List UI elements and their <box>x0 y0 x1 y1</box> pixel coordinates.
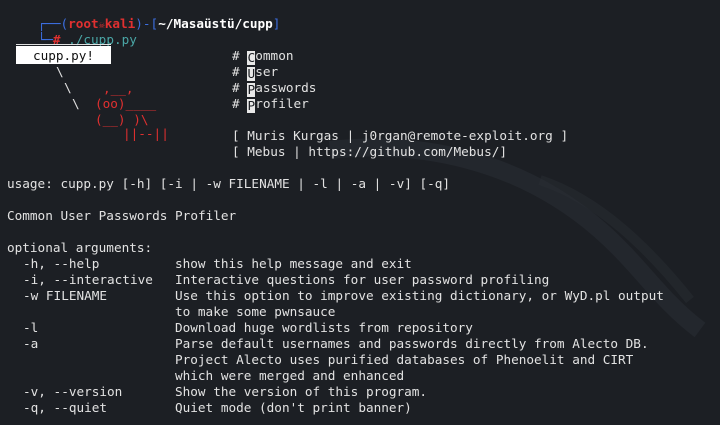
banner-backslash: \ <box>56 64 64 79</box>
banner-label: cupp.py! <box>16 46 111 64</box>
option-flag: -v, --version <box>23 384 123 399</box>
banner-backslash: \ <box>72 96 80 111</box>
credits-line: [ Muris Kurgas | j0rgan@remote-exploit.o… <box>232 128 569 143</box>
menu-item-user: # User <box>232 64 279 81</box>
menu-item-common: # Common <box>232 48 294 65</box>
option-flag: -a <box>23 336 39 351</box>
option-flag: -w FILENAME <box>23 288 108 303</box>
option-desc: Use this option to improve existing dict… <box>175 288 664 303</box>
option-desc: Download huge wordlists from repository <box>175 320 473 335</box>
svg-text:,__,: ,__, <box>103 82 134 96</box>
option-desc: to make some pwnsauce <box>175 304 336 319</box>
banner-backslash: \ <box>64 80 72 95</box>
optional-arguments-header: optional arguments: <box>7 240 153 255</box>
terminal[interactable]: ┌──(root☠kali)-[~/Masaüstü/cupp] └─# ./c… <box>7 0 713 425</box>
prompt-path: ~/Masaüstü/cupp <box>158 16 273 31</box>
option-desc: Project Alecto uses purified databases o… <box>175 352 634 367</box>
svg-text:(oo)____: (oo)____ <box>95 96 156 111</box>
prompt-bracket: )-[ <box>135 16 159 31</box>
option-desc: which were merged and enhanced <box>175 368 405 383</box>
option-flag: -q, --quiet <box>23 400 108 415</box>
banner-divider <box>16 44 111 45</box>
usage-line: usage: cupp.py [-h] [-i | -w FILENAME | … <box>7 176 451 191</box>
prompt-line: ┌──(root☠kali)-[~/Masaüstü/cupp] <box>7 0 281 31</box>
svg-text:(__) )\: (__) )\ <box>95 112 148 127</box>
description-line: Common User Passwords Profiler <box>7 208 237 223</box>
option-flag: -h, --help <box>23 256 100 271</box>
menu-item-passwords: # Passwords <box>232 80 317 97</box>
option-desc: Parse default usernames and passwords di… <box>175 336 649 351</box>
option-desc: Interactive questions for user password … <box>175 272 550 287</box>
option-desc: Show the version of this program. <box>175 384 428 399</box>
credits-line: [ Mebus | https://github.com/Mebus/] <box>232 144 507 159</box>
option-flag: -l <box>23 320 39 335</box>
menu-item-profiler: # Profiler <box>232 96 309 113</box>
svg-text:||--||: ||--|| <box>123 126 169 142</box>
option-flag: -i, --interactive <box>23 272 153 287</box>
prompt-bracket: ] <box>272 16 281 31</box>
command-line: └─# ./cupp.py <box>7 16 137 47</box>
cow-ascii-art: ,__, (oo)____ (__) )\ ||--|| <box>95 82 169 142</box>
option-desc: show this help message and exit <box>175 256 412 271</box>
option-desc: Quiet mode (don't print banner) <box>175 400 412 415</box>
